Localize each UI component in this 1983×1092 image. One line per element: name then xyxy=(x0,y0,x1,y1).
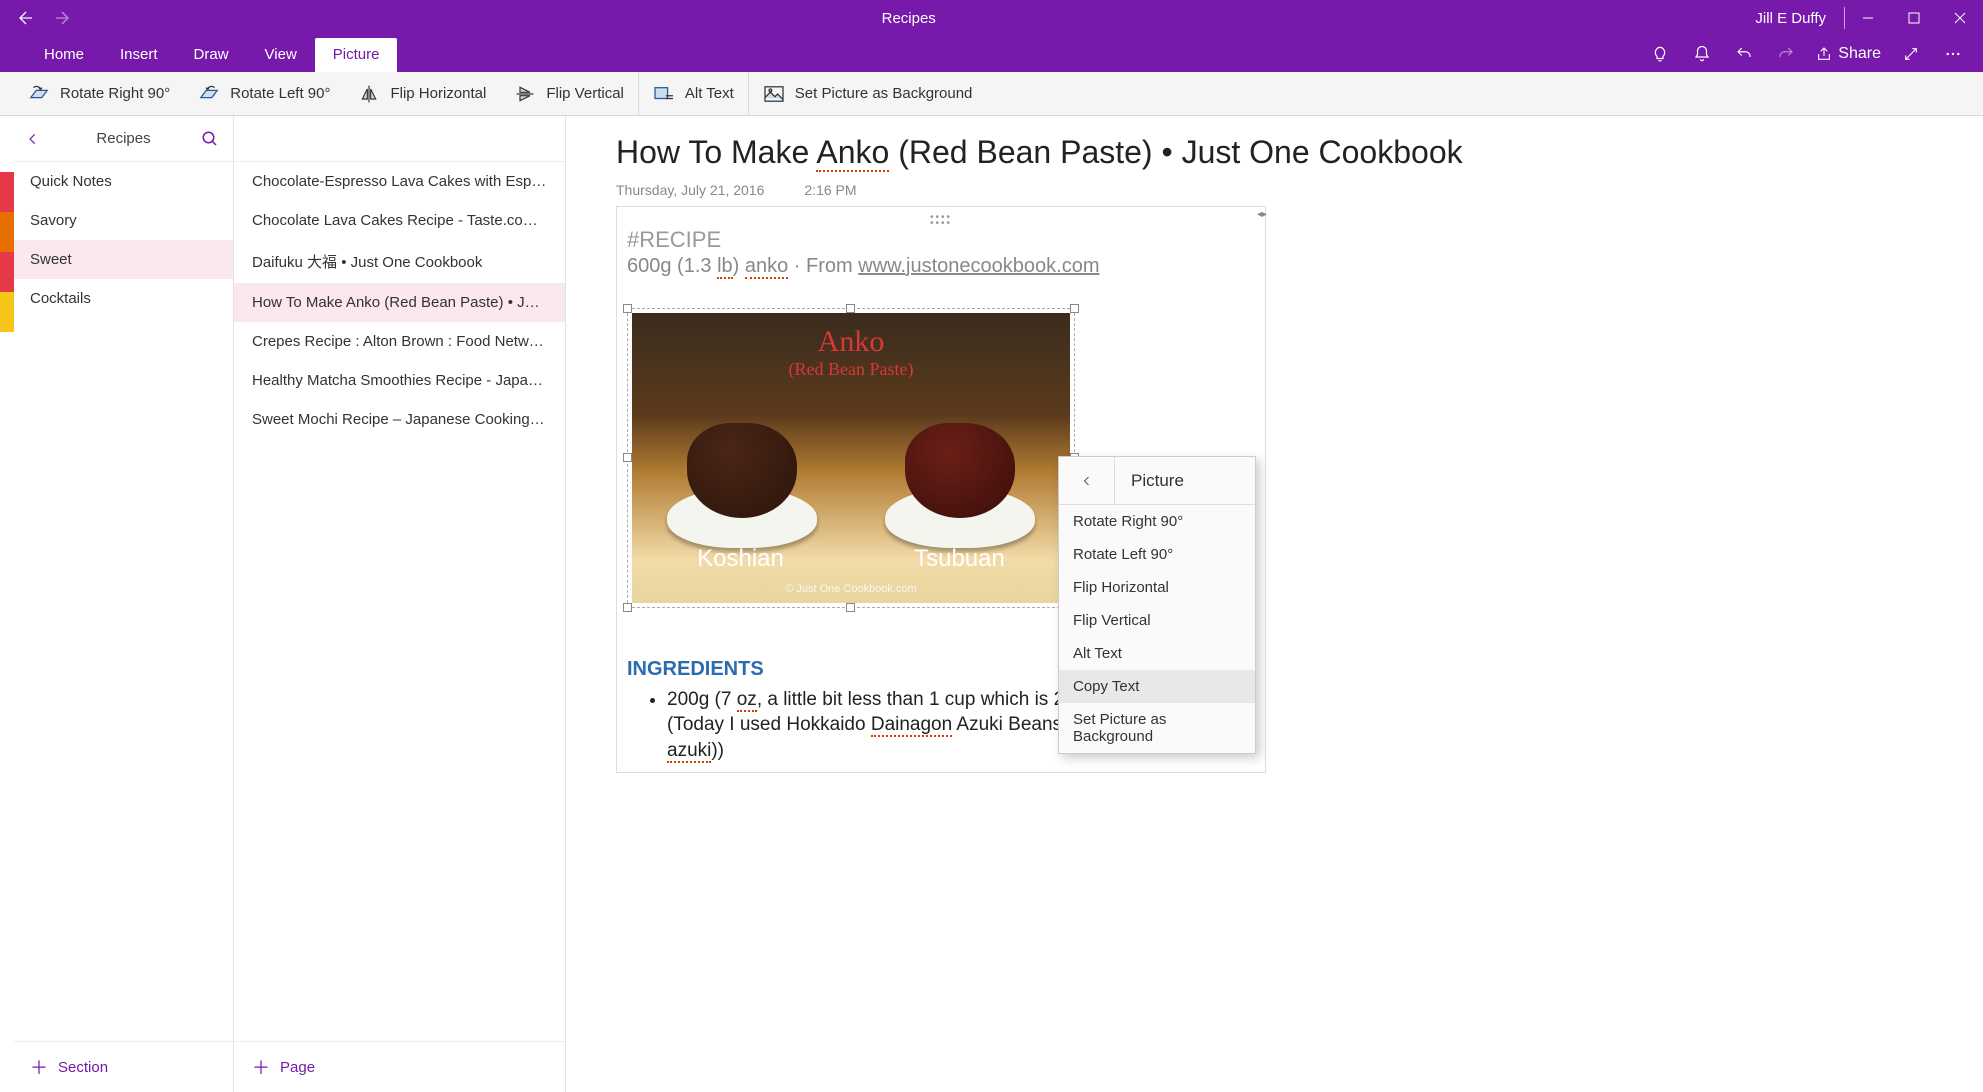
notebook-title: Recipes xyxy=(96,130,150,147)
resize-handle[interactable] xyxy=(846,603,855,612)
set-background-label: Set Picture as Background xyxy=(795,85,973,102)
rotate-left-icon xyxy=(198,83,220,105)
page-item[interactable]: Daifuku 大福 • Just One Cookbook xyxy=(234,240,565,283)
nav-back-button[interactable] xyxy=(8,0,44,36)
page-item[interactable]: Chocolate-Espresso Lava Cakes with Espre… xyxy=(234,162,565,201)
notifications-button[interactable] xyxy=(1682,36,1722,72)
plus-icon: ＋ xyxy=(30,1054,48,1080)
add-page-label: Page xyxy=(280,1059,315,1076)
context-menu-title: Picture xyxy=(1115,471,1255,491)
container-resize-icon[interactable]: ◂▸ xyxy=(1257,209,1267,220)
tab-draw[interactable]: Draw xyxy=(176,38,247,72)
context-menu-item[interactable]: Alt Text xyxy=(1059,637,1255,670)
sections-back-button[interactable] xyxy=(26,132,40,146)
resize-handle[interactable] xyxy=(846,304,855,313)
tab-insert[interactable]: Insert xyxy=(102,38,176,72)
resize-handle[interactable] xyxy=(1070,304,1079,313)
share-button[interactable]: Share xyxy=(1808,45,1889,63)
flip-horizontal-icon xyxy=(358,83,380,105)
recipe-image: Anko (Red Bean Paste) Koshian Tsubuan © … xyxy=(632,313,1070,603)
page-item[interactable]: How To Make Anko (Red Bean Paste) • Just… xyxy=(234,283,565,322)
sections-pane: Recipes Quick NotesSavorySweetCocktails … xyxy=(14,116,234,1092)
pages-pane: Chocolate-Espresso Lava Cakes with Espre… xyxy=(234,116,566,1092)
minimize-button[interactable] xyxy=(1845,0,1891,36)
context-menu-item[interactable]: Set Picture as Background xyxy=(1059,703,1255,753)
note-editor[interactable]: ▶ How To Make Anko (Red Bean Paste) • Ju… xyxy=(566,116,1983,1092)
add-section-button[interactable]: ＋ Section xyxy=(14,1041,233,1092)
ribbon-tab-strip: Home Insert Draw View Picture Share xyxy=(0,36,1983,72)
redo-button[interactable] xyxy=(1766,36,1806,72)
search-button[interactable] xyxy=(201,130,219,148)
context-menu-item[interactable]: Copy Text xyxy=(1059,670,1255,703)
tell-me-button[interactable] xyxy=(1640,36,1680,72)
page-date: Thursday, July 21, 2016 xyxy=(616,182,764,198)
alt-text-icon xyxy=(653,83,675,105)
tab-home[interactable]: Home xyxy=(26,38,102,72)
flip-vertical-icon xyxy=(514,83,536,105)
plus-icon: ＋ xyxy=(252,1054,270,1080)
share-label: Share xyxy=(1838,45,1881,63)
tab-picture[interactable]: Picture xyxy=(315,38,398,72)
resize-handle[interactable] xyxy=(623,603,632,612)
alt-text-label: Alt Text xyxy=(685,85,734,102)
fullscreen-button[interactable] xyxy=(1891,36,1931,72)
section-item[interactable]: Cocktails xyxy=(14,279,233,318)
resize-handle[interactable] xyxy=(623,304,632,313)
page-item[interactable]: Chocolate Lava Cakes Recipe - Taste.com.… xyxy=(234,201,565,240)
container-grip-icon[interactable]: •••••••• xyxy=(627,215,1255,227)
recipe-meta[interactable]: 600g (1.3 lb) anko · From www.justonecoo… xyxy=(627,255,1255,278)
color-tab[interactable] xyxy=(0,172,14,212)
flip-vertical-label: Flip Vertical xyxy=(546,85,624,102)
page-title[interactable]: How To Make Anko (Red Bean Paste) • Just… xyxy=(616,132,1953,174)
section-item[interactable]: Savory xyxy=(14,201,233,240)
section-item[interactable]: Sweet xyxy=(14,240,233,279)
context-menu-back-button[interactable] xyxy=(1059,457,1115,504)
rotate-left-button[interactable]: Rotate Left 90° xyxy=(184,72,344,115)
page-item[interactable]: Healthy Matcha Smoothies Recipe - Japan … xyxy=(234,361,565,400)
source-link[interactable]: www.justonecookbook.com xyxy=(858,255,1099,277)
context-menu-item[interactable]: Rotate Right 90° xyxy=(1059,505,1255,538)
page-datetime: Thursday, July 21, 2016 2:16 PM xyxy=(616,182,1953,198)
add-section-label: Section xyxy=(58,1059,108,1076)
ribbon-picture: Rotate Right 90° Rotate Left 90° Flip Ho… xyxy=(0,72,1983,116)
picture-context-menu: Picture Rotate Right 90°Rotate Left 90°F… xyxy=(1058,456,1256,754)
context-menu-item[interactable]: Flip Horizontal xyxy=(1059,571,1255,604)
titlebar: Recipes Jill E Duffy xyxy=(0,0,1983,36)
more-button[interactable] xyxy=(1933,36,1973,72)
color-tab[interactable] xyxy=(0,212,14,252)
set-background-button[interactable]: Set Picture as Background xyxy=(749,72,987,115)
recipe-tag[interactable]: #RECIPE xyxy=(627,227,1255,253)
add-page-button[interactable]: ＋ Page xyxy=(234,1041,565,1092)
tab-view[interactable]: View xyxy=(247,38,315,72)
page-item[interactable]: Sweet Mochi Recipe – Japanese Cooking 10… xyxy=(234,400,565,439)
rotate-right-button[interactable]: Rotate Right 90° xyxy=(14,72,184,115)
rotate-left-label: Rotate Left 90° xyxy=(230,85,330,102)
color-tab[interactable] xyxy=(0,292,14,332)
flip-horizontal-button[interactable]: Flip Horizontal xyxy=(344,72,500,115)
set-background-icon xyxy=(763,83,785,105)
context-menu-item[interactable]: Flip Vertical xyxy=(1059,604,1255,637)
selected-image[interactable]: Anko (Red Bean Paste) Koshian Tsubuan © … xyxy=(627,308,1075,608)
flip-vertical-button[interactable]: Flip Vertical xyxy=(500,72,638,115)
section-item[interactable]: Quick Notes xyxy=(14,162,233,201)
undo-button[interactable] xyxy=(1724,36,1764,72)
section-color-tabs xyxy=(0,116,14,1092)
color-tab[interactable] xyxy=(0,252,14,292)
context-menu-item[interactable]: Rotate Left 90° xyxy=(1059,538,1255,571)
close-button[interactable] xyxy=(1937,0,1983,36)
sections-header: Recipes xyxy=(14,116,233,162)
page-item[interactable]: Crepes Recipe : Alton Brown : Food Netwo… xyxy=(234,322,565,361)
rotate-right-icon xyxy=(28,83,50,105)
maximize-button[interactable] xyxy=(1891,0,1937,36)
user-name[interactable]: Jill E Duffy xyxy=(1737,10,1844,27)
resize-handle[interactable] xyxy=(623,453,632,462)
rotate-right-label: Rotate Right 90° xyxy=(60,85,170,102)
window-title: Recipes xyxy=(80,10,1737,27)
flip-horizontal-label: Flip Horizontal xyxy=(390,85,486,102)
nav-forward-button[interactable] xyxy=(44,0,80,36)
alt-text-button[interactable]: Alt Text xyxy=(639,72,748,115)
page-time: 2:16 PM xyxy=(804,182,856,198)
